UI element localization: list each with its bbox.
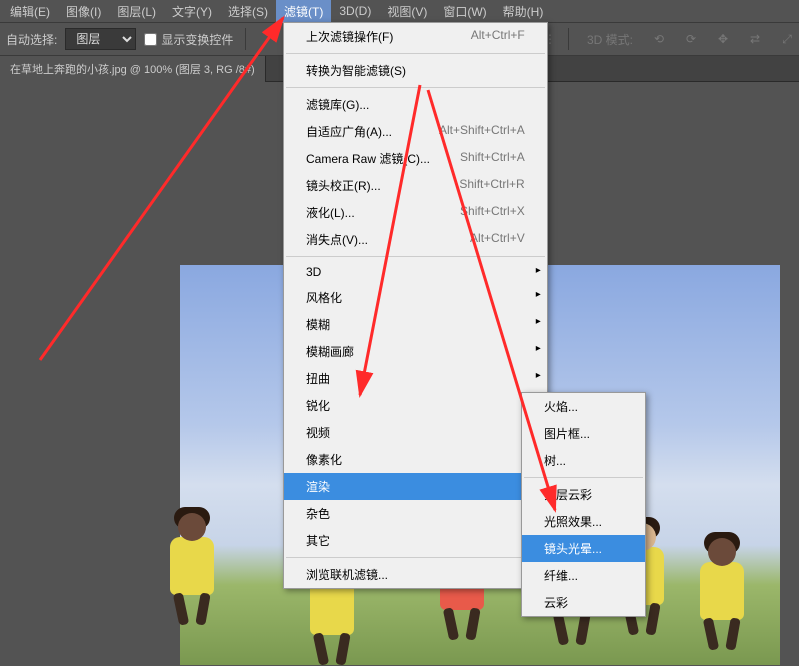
submenu-flame[interactable]: 火焰... <box>522 393 645 420</box>
menu-render[interactable]: 渲染 <box>284 473 547 500</box>
menu-video[interactable]: 视频 <box>284 419 547 446</box>
auto-select-label: 自动选择: <box>6 31 57 48</box>
separator <box>568 28 569 50</box>
menu-blur[interactable]: 模糊 <box>284 311 547 338</box>
image-content <box>170 537 214 595</box>
3d-scale-icon[interactable]: ⤢ <box>775 28 799 50</box>
menu-3d[interactable]: 3D(D) <box>331 1 379 21</box>
menu-layer[interactable]: 图层(L) <box>109 0 164 23</box>
document-tab[interactable]: 在草地上奔跑的小孩.jpg @ 100% (图层 3, RG /8#) <box>0 56 266 82</box>
render-submenu: 火焰... 图片框... 树... 分层云彩 光照效果... 镜头光晕... 纤… <box>521 392 646 617</box>
3d-roll-icon[interactable]: ⟳ <box>679 28 703 50</box>
3d-orbit-icon[interactable]: ⟲ <box>647 28 671 50</box>
menu-help[interactable]: 帮助(H) <box>495 0 552 23</box>
submenu-lighting-effects[interactable]: 光照效果... <box>522 508 645 535</box>
submenu-picture-frame[interactable]: 图片框... <box>522 420 645 447</box>
menu-distort[interactable]: 扭曲 <box>284 365 547 392</box>
menu-type[interactable]: 文字(Y) <box>164 0 220 23</box>
menu-lens-correction[interactable]: 镜头校正(R)...Shift+Ctrl+R <box>284 172 547 199</box>
menu-browse-online[interactable]: 浏览联机滤镜... <box>284 561 547 588</box>
submenu-difference-clouds[interactable]: 分层云彩 <box>522 481 645 508</box>
show-transform-label: 显示变换控件 <box>161 31 233 48</box>
image-content <box>700 562 744 620</box>
menu-edit[interactable]: 编辑(E) <box>2 0 58 23</box>
submenu-fibers[interactable]: 纤维... <box>522 562 645 589</box>
menu-bar: 编辑(E) 图像(I) 图层(L) 文字(Y) 选择(S) 滤镜(T) 3D(D… <box>0 0 799 22</box>
submenu-tree[interactable]: 树... <box>522 447 645 474</box>
menu-vanishing-point[interactable]: 消失点(V)...Alt+Ctrl+V <box>284 226 547 253</box>
separator <box>245 28 246 50</box>
menu-image[interactable]: 图像(I) <box>58 0 109 23</box>
3d-pan-icon[interactable]: ✥ <box>711 28 735 50</box>
menu-last-filter[interactable]: 上次滤镜操作(F)Alt+Ctrl+F <box>284 23 547 50</box>
menu-filter[interactable]: 滤镜(T) <box>276 0 331 23</box>
menu-camera-raw[interactable]: Camera Raw 滤镜(C)...Shift+Ctrl+A <box>284 145 547 172</box>
menu-3d-sub[interactable]: 3D <box>284 260 547 284</box>
menu-pixelate[interactable]: 像素化 <box>284 446 547 473</box>
menu-stylize[interactable]: 风格化 <box>284 284 547 311</box>
menu-other[interactable]: 其它 <box>284 527 547 554</box>
layer-select[interactable]: 图层 <box>65 28 136 50</box>
submenu-lens-flare[interactable]: 镜头光晕... <box>522 535 645 562</box>
menu-view[interactable]: 视图(V) <box>379 0 435 23</box>
3d-mode-label: 3D 模式: <box>581 31 639 48</box>
show-transform-checkbox[interactable]: 显示变换控件 <box>144 31 233 48</box>
show-transform-input[interactable] <box>144 33 157 46</box>
menu-blur-gallery[interactable]: 模糊画廊 <box>284 338 547 365</box>
menu-select[interactable]: 选择(S) <box>220 0 276 23</box>
menu-sharpen[interactable]: 锐化 <box>284 392 547 419</box>
3d-slide-icon[interactable]: ⇄ <box>743 28 767 50</box>
menu-filter-gallery[interactable]: 滤镜库(G)... <box>284 91 547 118</box>
submenu-clouds[interactable]: 云彩 <box>522 589 645 616</box>
menu-window[interactable]: 窗口(W) <box>435 0 494 23</box>
menu-convert-smart[interactable]: 转换为智能滤镜(S) <box>284 57 547 84</box>
menu-adaptive-wide[interactable]: 自适应广角(A)...Alt+Shift+Ctrl+A <box>284 118 547 145</box>
menu-liquify[interactable]: 液化(L)...Shift+Ctrl+X <box>284 199 547 226</box>
filter-dropdown-menu: 上次滤镜操作(F)Alt+Ctrl+F 转换为智能滤镜(S) 滤镜库(G)...… <box>283 22 548 589</box>
menu-noise[interactable]: 杂色 <box>284 500 547 527</box>
